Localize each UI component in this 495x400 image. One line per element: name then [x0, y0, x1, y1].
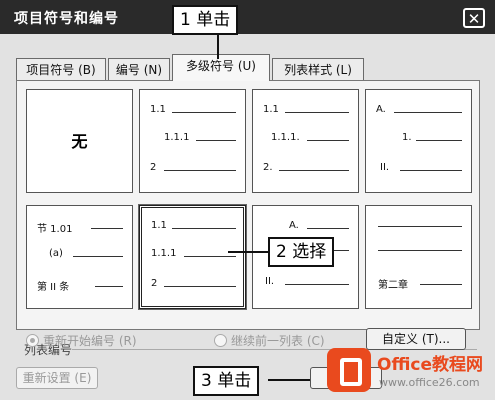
- radio-empty-icon: [214, 334, 227, 347]
- level-1-label: 1.1: [150, 104, 166, 115]
- radio-selected-icon: [26, 334, 39, 347]
- style-none[interactable]: 无: [26, 89, 133, 193]
- office-logo-icon: [327, 348, 371, 392]
- watermark-url: www.office26.com: [379, 376, 480, 389]
- level-1-label: A.: [376, 104, 386, 115]
- level-1-label: 1.1: [151, 220, 167, 231]
- level-1-label: 节 1.01: [37, 224, 73, 235]
- style-option-4[interactable]: A. 1. II.: [365, 89, 472, 193]
- tab-list-styles[interactable]: 列表样式 (L): [272, 58, 364, 80]
- level-3-label: 2.: [263, 162, 273, 173]
- bullets-numbering-dialog: 项目符号和编号 ✕ 项目符号 (B) 编号 (N) 多级符号 (U) 列表样式 …: [0, 0, 495, 400]
- watermark: Office教程网 www.office26.com: [327, 346, 491, 396]
- level-3-label: II.: [380, 162, 390, 173]
- tab-numbering[interactable]: 编号 (N): [108, 58, 170, 80]
- title-bar: 项目符号和编号 ✕: [0, 0, 495, 34]
- callout-step-2-pointer: [228, 251, 268, 253]
- callout-step-3-pointer: [268, 379, 310, 381]
- continue-list-label: 继续前一列表 (C): [231, 334, 325, 348]
- close-icon[interactable]: ✕: [463, 8, 485, 28]
- level-3-label: 2: [151, 278, 158, 289]
- level-2-label: 1.1.1: [151, 248, 177, 259]
- style-none-label: 无: [71, 132, 88, 151]
- callout-step-1-pointer: [217, 33, 219, 59]
- multilevel-gallery: 无 1.1 1.1.1 2 1.1 1.1.1. 2. A. 1. II. 节 …: [16, 80, 480, 330]
- dialog-title: 项目符号和编号: [14, 11, 119, 27]
- callout-step-2: 2 选择: [268, 237, 335, 267]
- level-1-label: 1.1: [263, 104, 279, 115]
- level-3-label: II.: [265, 276, 275, 287]
- reset-button[interactable]: 重新设置 (E): [16, 367, 98, 389]
- tab-multilevel[interactable]: 多级符号 (U): [172, 54, 270, 81]
- level-3-label: 第二章: [378, 280, 408, 291]
- style-option-8[interactable]: 第二章: [365, 205, 472, 309]
- level-3-label: 2: [150, 162, 157, 173]
- level-2-label: (a): [49, 248, 63, 259]
- level-2-label: 1.1.1.: [271, 132, 300, 143]
- level-2-label: 1.1.1: [164, 132, 190, 143]
- style-option-3[interactable]: 1.1 1.1.1. 2.: [252, 89, 359, 193]
- level-2-label: 1.: [402, 132, 412, 143]
- restart-numbering-radio[interactable]: 重新开始编号 (R): [26, 332, 137, 349]
- style-option-2[interactable]: 1.1 1.1.1 2: [139, 89, 246, 193]
- callout-step-1: 1 单击: [172, 5, 239, 35]
- tab-bullets[interactable]: 项目符号 (B): [16, 58, 106, 80]
- level-1-label: A.: [289, 220, 299, 231]
- style-option-5[interactable]: 节 1.01 (a) 第 II 条: [26, 205, 133, 309]
- continue-list-radio[interactable]: 继续前一列表 (C): [214, 332, 325, 349]
- restart-numbering-label: 重新开始编号 (R): [43, 334, 137, 348]
- watermark-brand: Office教程网: [377, 355, 484, 375]
- style-option-6-selected[interactable]: 1.1 1.1.1 2: [138, 204, 247, 310]
- callout-step-3: 3 单击: [193, 366, 260, 396]
- level-3-label: 第 II 条: [37, 282, 70, 293]
